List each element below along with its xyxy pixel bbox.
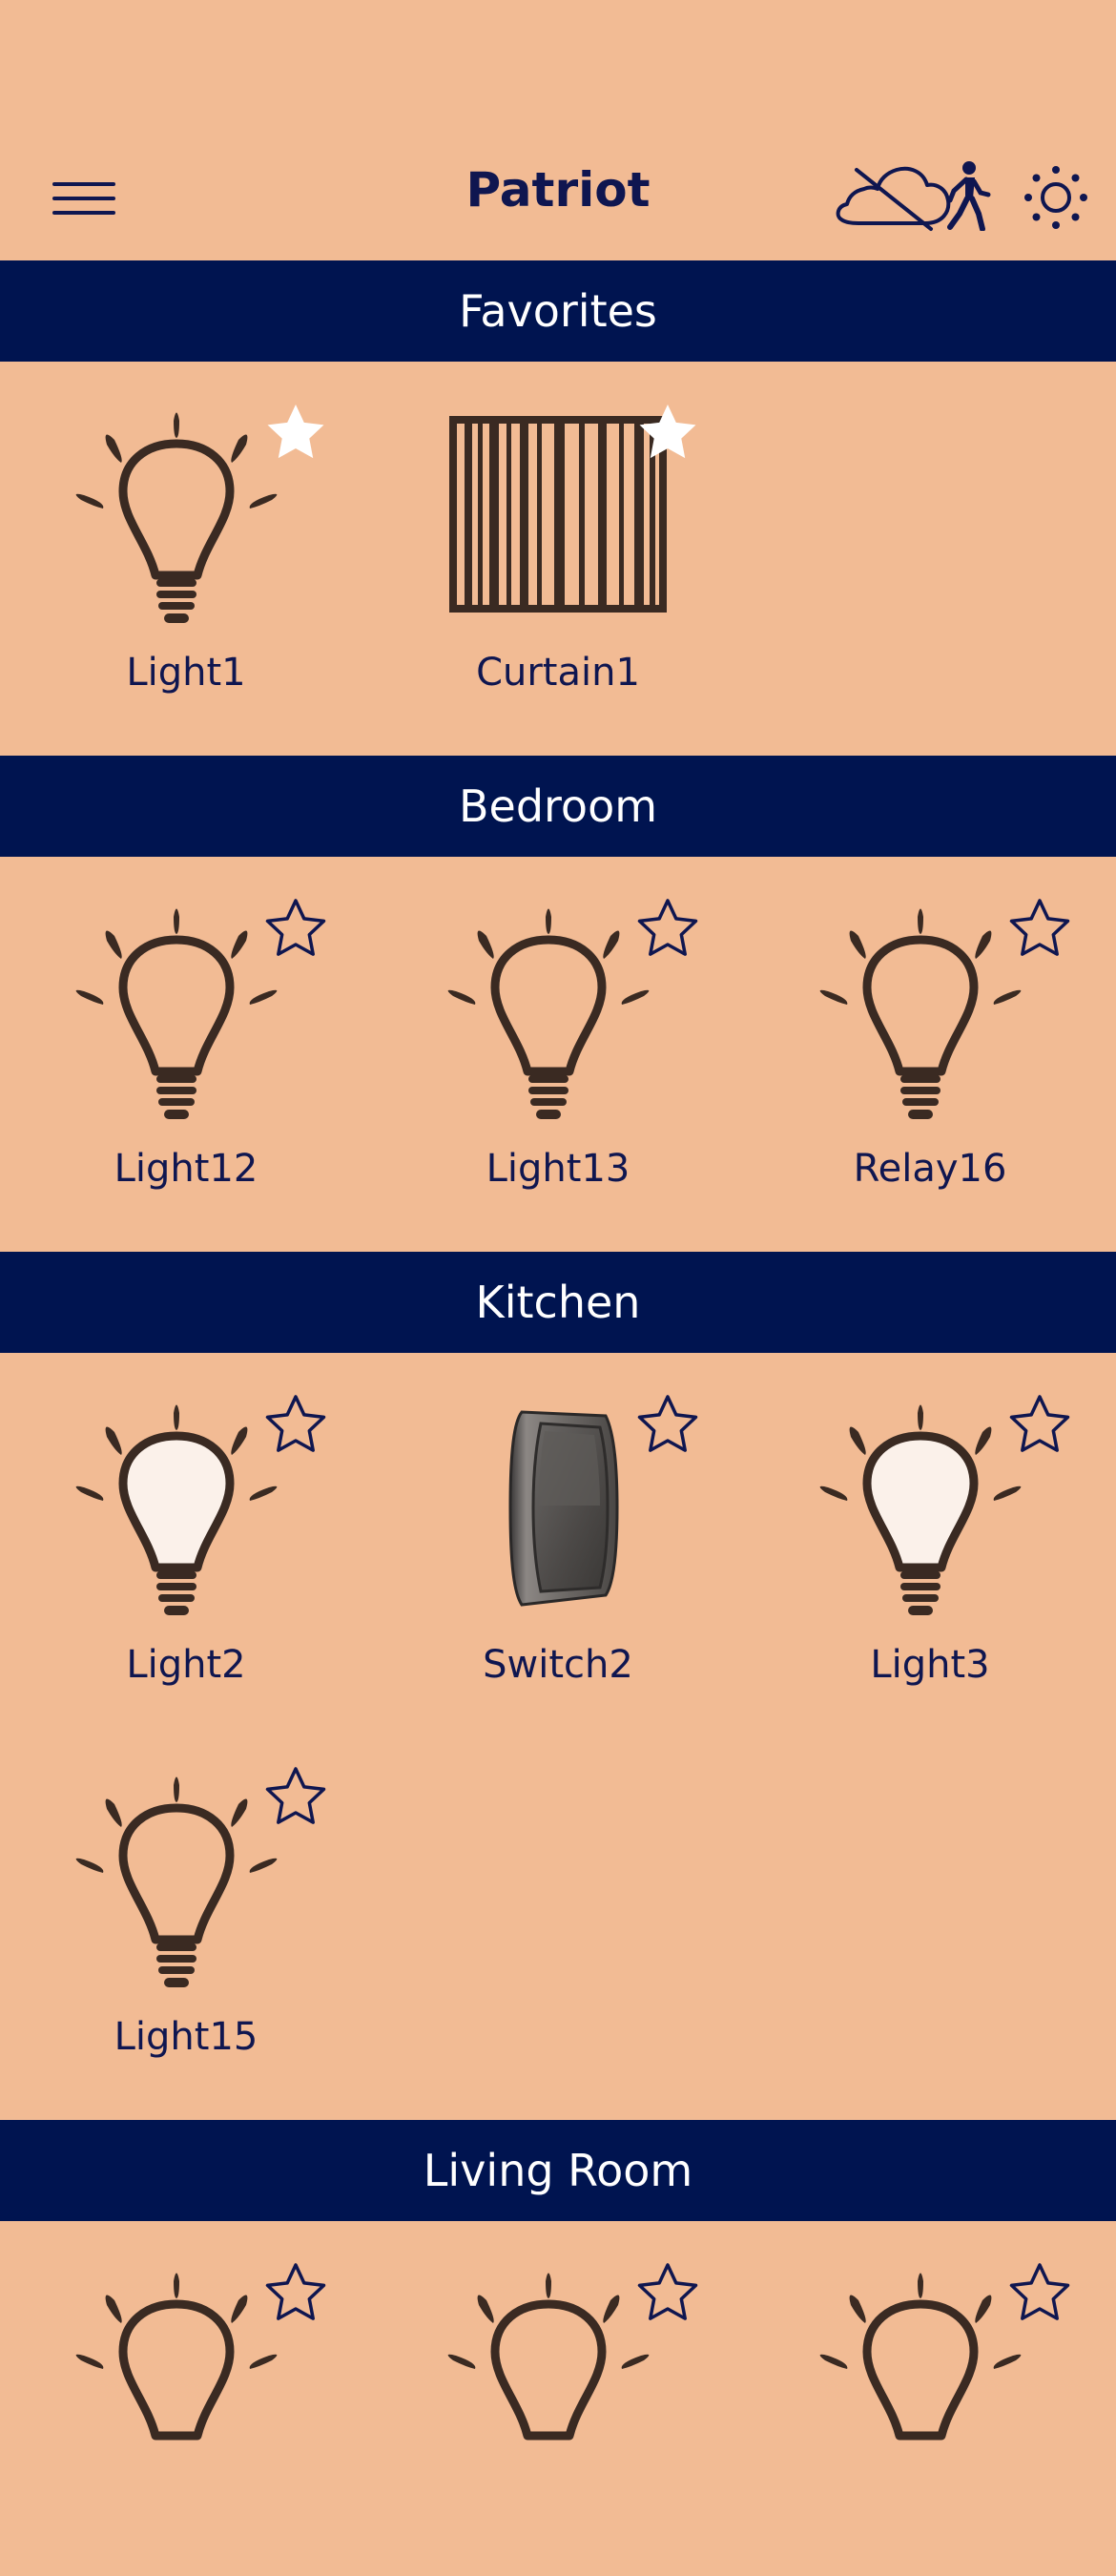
section-header-favorites: Favorites [0, 260, 1116, 362]
favorite-star-icon[interactable] [1006, 1393, 1073, 1460]
section-header-living-room: Living Room [0, 2120, 1116, 2221]
favorite-star-icon[interactable] [262, 1393, 329, 1460]
device-label: Curtain1 [476, 651, 640, 695]
device-tile-living-room-2[interactable] [372, 2261, 744, 2576]
device-tile-light3[interactable]: Light3 [744, 1393, 1116, 1708]
favorite-star-icon[interactable] [1006, 897, 1073, 964]
device-label: Light2 [126, 1643, 246, 1687]
device-label: Light12 [114, 1147, 258, 1191]
brightness-icon[interactable] [1023, 164, 1089, 231]
device-tile-curtain1[interactable]: Curtain1 [372, 401, 744, 716]
device-tile-switch2[interactable]: Switch2 [372, 1393, 744, 1708]
device-tile-light1[interactable]: Light1 [0, 401, 372, 716]
walking-person-icon[interactable] [942, 160, 992, 231]
device-tile-light15[interactable]: Light15 [0, 1765, 372, 2080]
device-label: Light15 [114, 2015, 258, 2059]
device-label: Light1 [126, 651, 246, 695]
device-label: Light13 [486, 1147, 630, 1191]
section-header-kitchen: Kitchen [0, 1252, 1116, 1353]
favorite-star-icon[interactable] [634, 401, 701, 467]
favorite-star-icon[interactable] [634, 1393, 701, 1460]
favorite-star-icon[interactable] [262, 1765, 329, 1832]
device-tile-relay16[interactable]: Relay16 [744, 897, 1116, 1212]
cloud-off-icon[interactable] [832, 164, 954, 233]
app-header: Patriot [0, 0, 1116, 260]
device-tile-living-room-1[interactable] [0, 2261, 372, 2576]
favorite-star-icon[interactable] [1006, 2261, 1073, 2328]
device-tile-living-room-3[interactable] [744, 2261, 1116, 2576]
device-tile-light12[interactable]: Light12 [0, 897, 372, 1212]
device-tile-light2[interactable]: Light2 [0, 1393, 372, 1708]
favorite-star-icon[interactable] [634, 897, 701, 964]
device-label: Relay16 [853, 1147, 1007, 1191]
favorite-star-icon[interactable] [262, 2261, 329, 2328]
device-label: Light3 [870, 1643, 990, 1687]
device-tile-light13[interactable]: Light13 [372, 897, 744, 1212]
device-label: Switch2 [483, 1643, 633, 1687]
favorite-star-icon[interactable] [262, 897, 329, 964]
favorite-star-icon[interactable] [262, 401, 329, 467]
favorite-star-icon[interactable] [634, 2261, 701, 2328]
section-header-bedroom: Bedroom [0, 756, 1116, 857]
